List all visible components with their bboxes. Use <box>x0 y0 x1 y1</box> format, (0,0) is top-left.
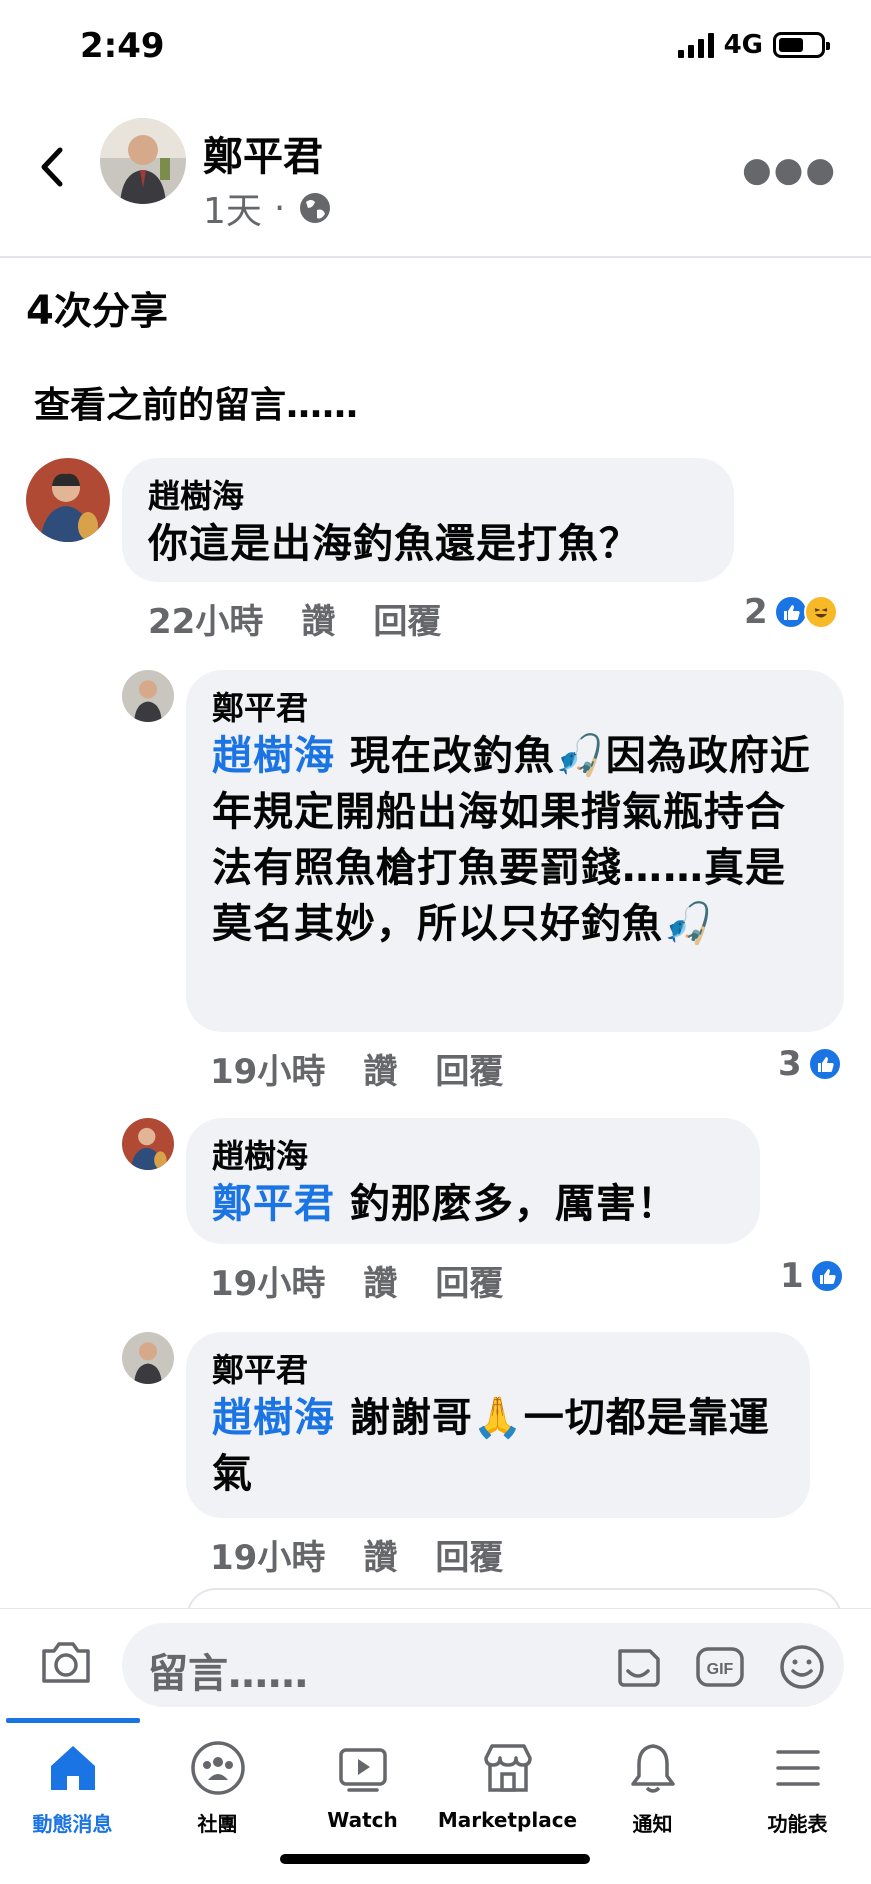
comment-text: 趙樹海 謝謝哥🙏一切都是靠運氣 <box>212 1390 784 1502</box>
comment-bubble[interactable]: 趙樹海 你這是出海釣魚還是打魚？ <box>122 458 734 582</box>
nav-label: 動態消息 <box>32 1812 113 1836</box>
back-arrow-icon[interactable] <box>34 142 70 192</box>
mention-link[interactable]: 趙樹海 <box>212 1395 335 1441</box>
like-reaction-icon <box>773 595 808 629</box>
comment-author[interactable]: 鄭平君 <box>212 1350 784 1390</box>
comment-actions: 19小時 讚 回覆 <box>210 1256 503 1305</box>
nav-label: Watch <box>327 1808 398 1832</box>
reply-link[interactable]: 回覆 <box>435 1044 503 1093</box>
commenter-avatar[interactable] <box>122 670 174 722</box>
nav-item-watch[interactable]: Watch <box>290 1738 435 1832</box>
share-count-label: 次分享 <box>53 289 168 333</box>
comment-text: 趙樹海 現在改釣魚🎣因為政府近年規定開船出海如果揹氣瓶持合法有照魚槍打魚要罰錢…… <box>212 728 818 952</box>
menu-icon <box>775 1750 820 1786</box>
comment-bubble[interactable]: 趙樹海 鄭平君 釣那麼多，厲害！ <box>186 1118 760 1244</box>
active-tab-indicator <box>6 1718 140 1723</box>
comment-input-bar: 留言…… GIF <box>0 1608 871 1718</box>
nav-label: 社團 <box>197 1812 238 1836</box>
comment-input[interactable]: 留言…… GIF <box>122 1623 844 1707</box>
meta-separator: · <box>273 187 286 229</box>
like-link[interactable]: 讚 <box>301 594 335 643</box>
comment-text: 你這是出海釣魚還是打魚？ <box>148 521 640 567</box>
comment-actions: 22小時 讚 回覆 <box>148 594 441 643</box>
comment-bubble[interactable]: 鄭平君 趙樹海 現在改釣魚🎣因為政府近年規定開船出海如果揹氣瓶持合法有照魚槍打魚… <box>186 670 844 1032</box>
nav-item-menu[interactable]: 功能表 <box>725 1738 870 1837</box>
author-avatar[interactable] <box>100 118 186 204</box>
status-icons: 4G <box>677 30 830 60</box>
reaction-count: 1 <box>780 1256 804 1296</box>
share-count[interactable]: 4次分享 <box>26 280 168 335</box>
comment-time[interactable]: 19小時 <box>210 1530 325 1579</box>
comment-author[interactable]: 趙樹海 <box>212 1136 734 1176</box>
signal-icon <box>677 32 714 58</box>
nav-label: 通知 <box>632 1812 673 1836</box>
emoji-icon[interactable] <box>776 1641 828 1693</box>
like-reaction-icon <box>807 1047 842 1081</box>
reply-link[interactable]: 回覆 <box>373 594 441 643</box>
comment-body: 釣那麼多，厲害！ <box>335 1181 678 1227</box>
mention-link[interactable]: 鄭平君 <box>212 1181 335 1227</box>
post-time[interactable]: 1天 <box>203 182 262 234</box>
reaction-count: 2 <box>744 592 768 632</box>
bell-icon <box>630 1744 675 1793</box>
comment-author[interactable]: 鄭平君 <box>212 688 818 728</box>
like-link[interactable]: 讚 <box>363 1530 397 1579</box>
status-bar: 2:49 4G <box>0 0 871 96</box>
nav-item-news-feed[interactable]: 動態消息 <box>0 1738 145 1837</box>
reply-link[interactable]: 回覆 <box>435 1530 503 1579</box>
nav-label: 功能表 <box>767 1812 828 1836</box>
commenter-avatar[interactable] <box>122 1118 174 1170</box>
like-reaction-icon <box>809 1259 844 1293</box>
nav-item-notifications[interactable]: 通知 <box>580 1738 725 1837</box>
svg-text:GIF: GIF <box>707 1661 734 1678</box>
post-meta: 1天 · <box>203 182 333 234</box>
watch-icon <box>338 1748 387 1792</box>
like-link[interactable]: 讚 <box>363 1256 397 1305</box>
comment-text: 鄭平君 釣那麼多，厲害！ <box>212 1176 734 1232</box>
home-indicator <box>280 1854 590 1864</box>
status-time: 2:49 <box>80 26 165 66</box>
comment-actions: 19小時 讚 回覆 <box>210 1044 503 1093</box>
nav-item-groups[interactable]: 社團 <box>145 1738 290 1837</box>
comment-time[interactable]: 22小時 <box>148 594 263 643</box>
marketplace-icon <box>483 1744 532 1792</box>
post-header: 鄭平君 1天 · ●●● <box>0 96 871 258</box>
like-link[interactable]: 讚 <box>363 1044 397 1093</box>
reaction-summary[interactable]: 2 <box>744 592 838 632</box>
reaction-summary[interactable]: 3 <box>778 1044 842 1084</box>
comment-author[interactable]: 趙樹海 <box>148 476 708 516</box>
haha-reaction-icon <box>803 595 838 629</box>
comment-time[interactable]: 19小時 <box>210 1256 325 1305</box>
commenter-avatar[interactable] <box>26 458 110 542</box>
nav-label: Marketplace <box>437 1808 578 1832</box>
view-previous-comments[interactable]: 查看之前的留言…… <box>34 376 358 428</box>
reaction-summary[interactable]: 1 <box>780 1256 844 1296</box>
reaction-count: 3 <box>778 1044 802 1084</box>
share-count-number: 4 <box>26 288 54 334</box>
groups-icon <box>190 1741 245 1795</box>
reply-link[interactable]: 回覆 <box>435 1256 503 1305</box>
mention-link[interactable]: 趙樹海 <box>212 733 335 779</box>
comment-time[interactable]: 19小時 <box>210 1044 325 1093</box>
camera-icon[interactable] <box>38 1637 94 1687</box>
sticker-icon[interactable] <box>612 1641 664 1693</box>
comment-bubble[interactable]: 鄭平君 趙樹海 謝謝哥🙏一切都是靠運氣 <box>186 1332 810 1518</box>
battery-icon <box>773 32 830 58</box>
network-type: 4G <box>723 30 763 60</box>
comment-input-placeholder: 留言…… <box>148 1651 308 1697</box>
comment-actions: 19小時 讚 回覆 <box>210 1530 503 1579</box>
home-icon <box>50 1746 95 1790</box>
more-options-icon[interactable]: ●●● <box>742 150 837 190</box>
gif-icon[interactable]: GIF <box>694 1641 746 1693</box>
commenter-avatar[interactable] <box>122 1332 174 1384</box>
globe-icon <box>300 193 331 223</box>
nav-item-marketplace[interactable]: Marketplace <box>435 1738 580 1832</box>
author-name[interactable]: 鄭平君 <box>203 124 323 182</box>
